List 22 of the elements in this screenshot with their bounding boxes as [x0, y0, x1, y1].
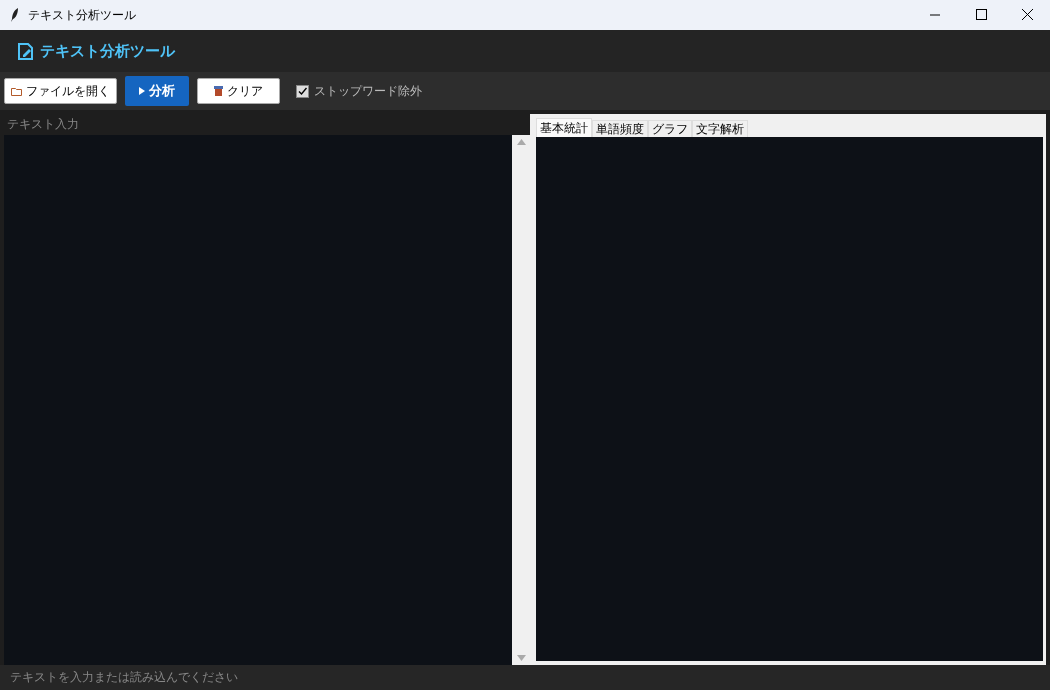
tab[interactable]: グラフ — [648, 120, 692, 137]
document-edit-icon — [18, 42, 34, 60]
toolbar-button[interactable]: ファイルを開く — [4, 78, 117, 104]
scrollbar[interactable] — [512, 135, 530, 665]
panel-label: テキスト入力 — [6, 116, 80, 133]
scroll-down-icon[interactable] — [516, 655, 526, 661]
folder-icon — [11, 86, 22, 96]
tab[interactable]: 単語頻度 — [592, 120, 648, 137]
window-title: テキスト分析ツール — [28, 6, 136, 24]
checkbox-label: ストップワード除外 — [314, 82, 422, 100]
trash-icon — [214, 86, 223, 96]
text-input-area[interactable] — [4, 135, 512, 665]
feather-icon — [10, 7, 20, 23]
scroll-up-icon[interactable] — [516, 139, 526, 145]
toolbar-button[interactable]: クリア — [197, 78, 280, 104]
tab[interactable]: 文字解析 — [692, 120, 748, 137]
status-text: テキストを入力または読み込んでください — [0, 665, 1050, 690]
play-icon — [139, 87, 145, 95]
app-title: テキスト分析ツール — [40, 41, 175, 61]
checkbox[interactable] — [296, 84, 309, 98]
tab[interactable]: 基本統計 — [536, 118, 592, 137]
toolbar-button[interactable]: 分析 — [125, 76, 189, 106]
